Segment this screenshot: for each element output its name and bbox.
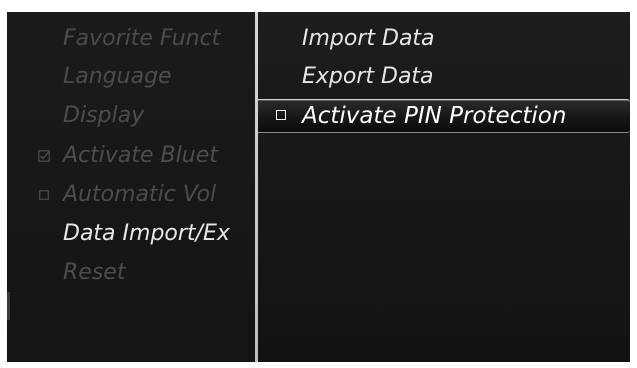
menu-item-label: Reset (63, 260, 126, 285)
settings-screen: Favorite Funct Language Display Activate… (7, 12, 630, 362)
menu-item-export-data[interactable]: Export Data (302, 62, 434, 92)
menu-item-language[interactable]: Language (63, 62, 172, 92)
unchecked-checkbox-icon[interactable] (37, 180, 51, 210)
menu-item-label-wrapper: Activate PIN Protection (302, 101, 566, 131)
menu-item-label: Import Data (302, 26, 435, 51)
menu-item-data-import-export[interactable]: Data Import/Ex (63, 219, 230, 249)
menu-item-import-data[interactable]: Import Data (302, 24, 435, 54)
menu-item-label: Export Data (302, 64, 434, 89)
menu-item-reset[interactable]: Reset (63, 258, 125, 288)
right-submenu-panel: Import Data Export Data Activate PIN Pro… (258, 12, 630, 362)
menu-item-favorite-functions[interactable]: Favorite Funct (63, 24, 220, 54)
panel-edge-marker (7, 292, 10, 320)
menu-item-label: Activate Bluet (63, 143, 218, 168)
menu-item-automatic-volume[interactable]: Automatic Vol (63, 180, 216, 210)
menu-item-label: Display (63, 103, 145, 128)
menu-item-label: Data Import/Ex (63, 221, 230, 246)
menu-item-activate-pin-protection[interactable]: Activate PIN Protection (258, 99, 630, 133)
menu-item-activate-bluetooth[interactable]: Activate Bluet (63, 141, 218, 171)
left-menu-panel: Favorite Funct Language Display Activate… (7, 12, 255, 362)
checked-checkbox-icon[interactable] (37, 141, 51, 171)
menu-item-label: Language (63, 64, 172, 89)
menu-item-label: Automatic Vol (63, 182, 217, 207)
menu-item-label: Favorite Funct (63, 26, 221, 51)
menu-item-label: Activate PIN Protection (302, 103, 567, 129)
menu-item-display[interactable]: Display (63, 101, 144, 131)
unchecked-checkbox-icon[interactable] (276, 110, 286, 120)
